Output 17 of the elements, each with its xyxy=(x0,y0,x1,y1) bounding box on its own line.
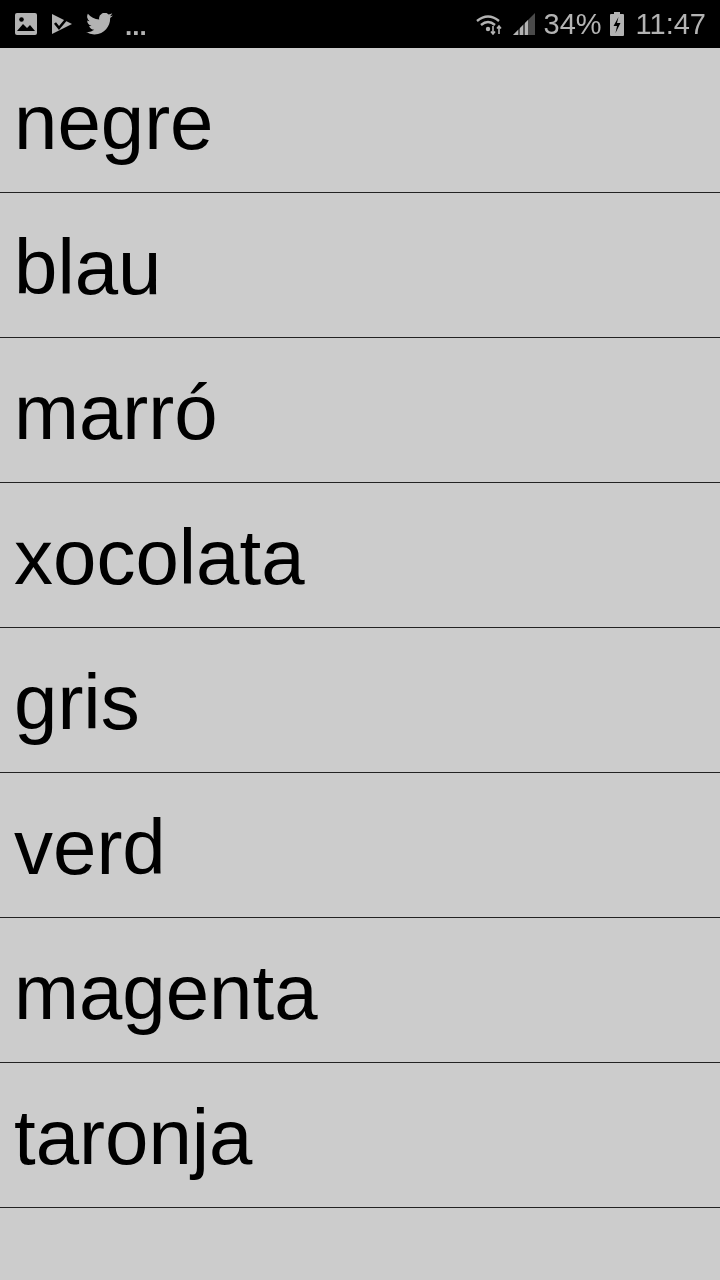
bird-icon xyxy=(86,13,113,35)
color-list-item[interactable]: magenta xyxy=(0,918,720,1063)
battery-charging-icon xyxy=(609,12,624,36)
check-icon xyxy=(50,12,74,36)
signal-icon xyxy=(511,12,536,36)
battery-percent-text: 34% xyxy=(543,9,602,39)
clock-text: 11:47 xyxy=(635,9,706,39)
color-list-item[interactable]: gris xyxy=(0,628,720,773)
color-list-item[interactable]: negre xyxy=(0,48,720,193)
color-list-item[interactable]: verd xyxy=(0,773,720,918)
color-list-item[interactable]: marró xyxy=(0,338,720,483)
color-list-item[interactable]: xocolata xyxy=(0,483,720,628)
image-icon xyxy=(14,12,38,36)
color-list-item[interactable]: blau xyxy=(0,193,720,338)
wifi-icon xyxy=(475,13,504,35)
color-list-item[interactable]: taronja xyxy=(0,1063,720,1208)
more-notifications-text: ... xyxy=(125,10,147,39)
